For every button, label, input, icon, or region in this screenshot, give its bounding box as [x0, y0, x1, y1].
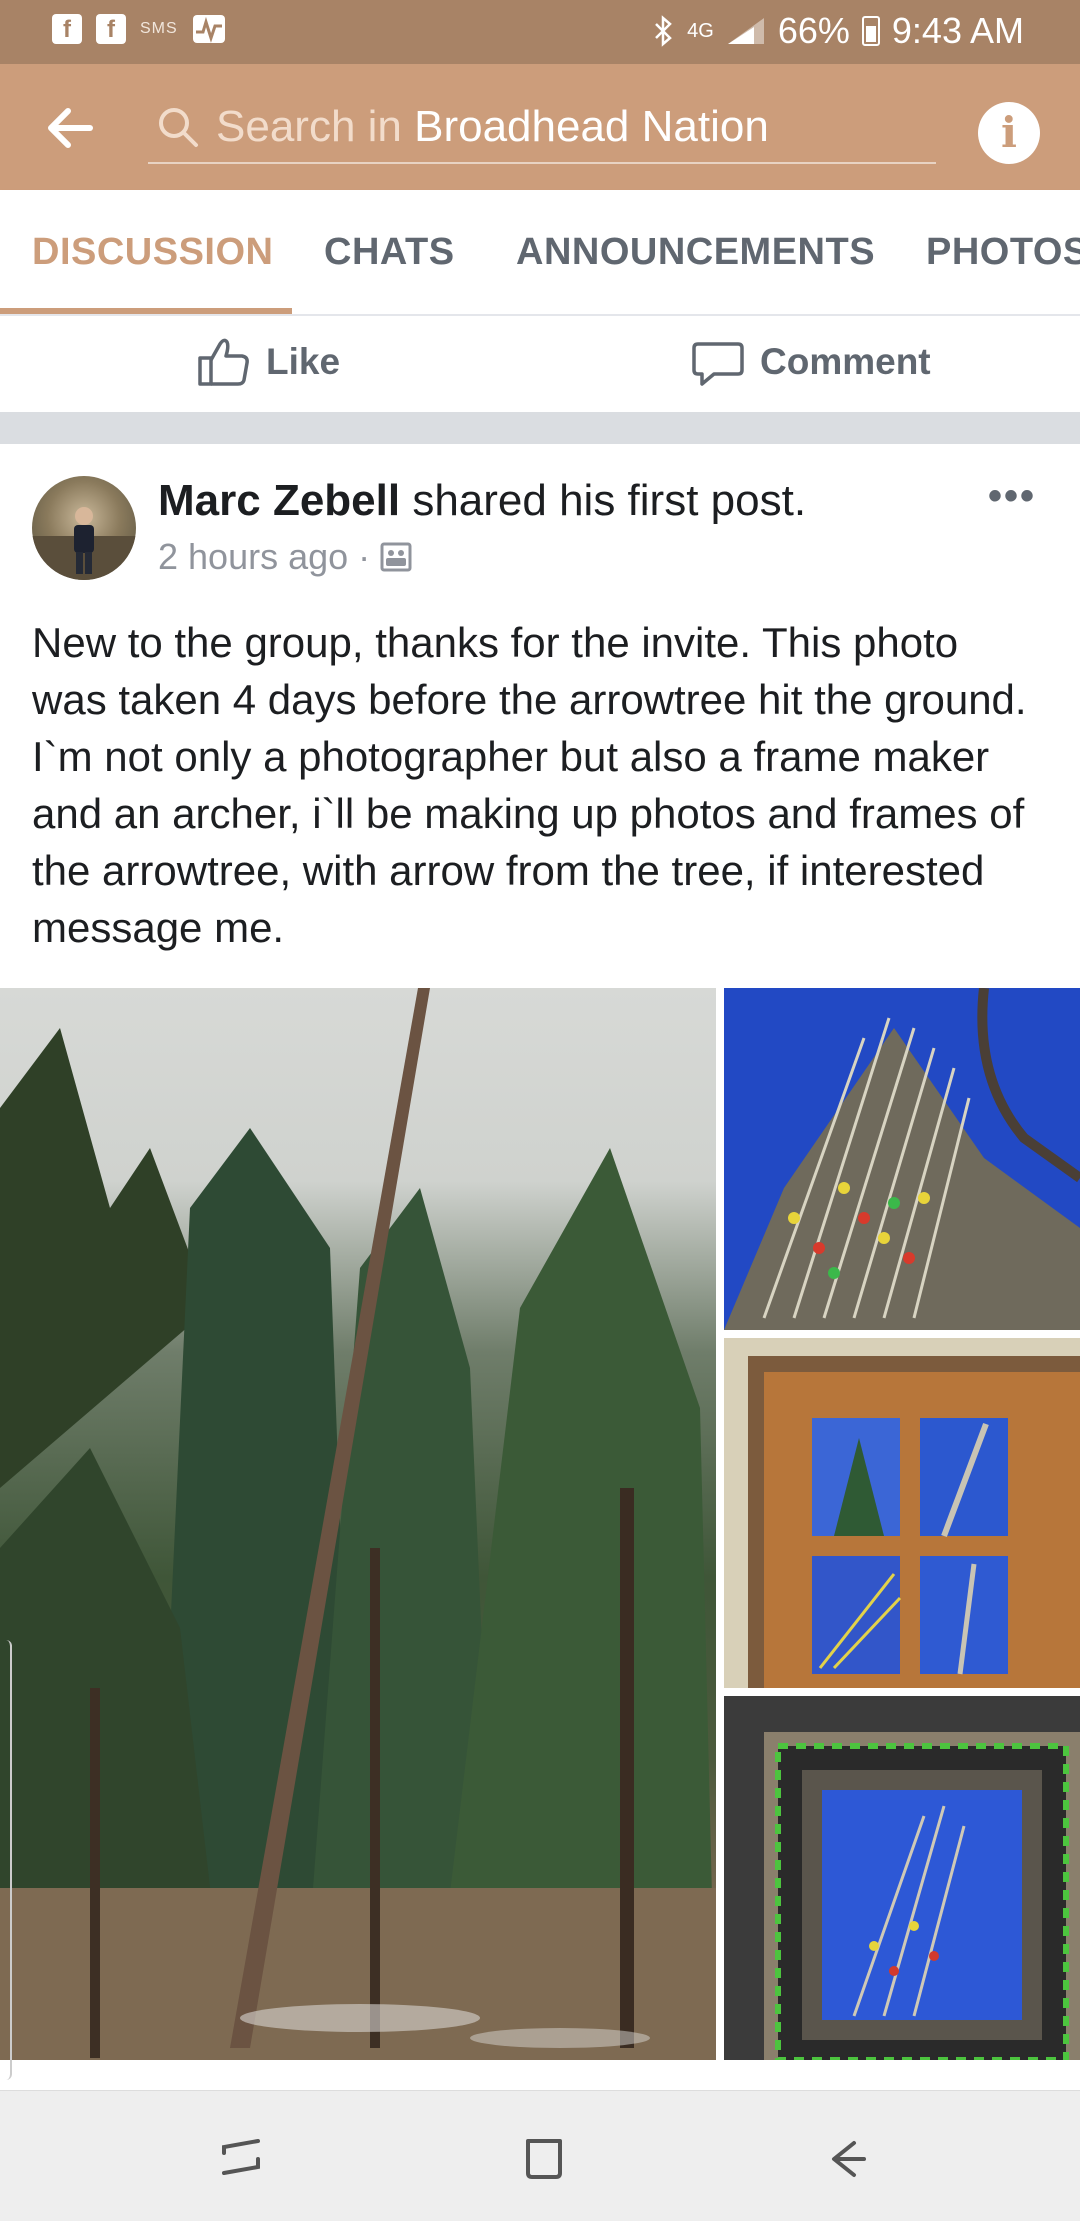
home-icon[interactable]: [514, 2129, 574, 2189]
post-body: New to the group, thanks for the invite.…: [32, 619, 1027, 951]
like-label: Like: [266, 341, 341, 382]
bluetooth-icon: [655, 15, 672, 47]
activity-icon: [192, 15, 225, 43]
frame-collage-photo: [724, 1338, 1080, 1688]
avatar-image: [32, 507, 136, 580]
forest-photo: [0, 988, 716, 2060]
like-button[interactable]: Like: [196, 330, 340, 394]
search-prefix: Search in: [216, 102, 415, 151]
post-timestamp[interactable]: 2 hours ago: [158, 536, 348, 578]
post-photo-single-frame[interactable]: [724, 1696, 1080, 2060]
more-options-icon[interactable]: •••: [988, 474, 1036, 519]
facebook-notification-icon: f: [52, 14, 82, 44]
tab-discussion[interactable]: DISCUSSION: [32, 190, 273, 314]
app-bar: Search in Broadhead Nation i: [0, 64, 1080, 190]
status-bar: f f SMS 4G 66% 9:43 AM: [0, 0, 1080, 64]
search-group-name: Broadhead Nation: [414, 102, 769, 151]
status-system-icons: 4G 66% 9:43 AM: [653, 10, 1024, 52]
feed-post: Marc Zebell shared his first post. 2 hou…: [0, 444, 1080, 2090]
author-avatar[interactable]: [32, 476, 136, 580]
feed-divider: [0, 412, 1080, 444]
recent-apps-icon[interactable]: [212, 2129, 272, 2189]
network-type: 4G: [687, 19, 714, 42]
comment-icon: [692, 342, 744, 386]
group-tabs: DISCUSSION CHATS ANNOUNCEMENTS PHOTOS: [0, 190, 1080, 316]
group-privacy-icon: [380, 542, 412, 572]
edge-panel-handle[interactable]: [0, 1640, 12, 2080]
battery-percent: 66%: [777, 10, 850, 51]
author-name[interactable]: Marc Zebell: [158, 476, 400, 525]
search-icon: [159, 108, 198, 147]
info-icon[interactable]: i: [978, 102, 1040, 164]
post-meta: 2 hours ago ·: [158, 536, 412, 578]
sms-notification-label: SMS: [140, 20, 178, 37]
back-arrow-icon[interactable]: [40, 98, 100, 158]
back-icon[interactable]: [816, 2129, 876, 2189]
clock: 9:43 AM: [891, 10, 1024, 51]
tab-photos[interactable]: PHOTOS: [926, 190, 1080, 314]
signal-icon: [727, 18, 764, 44]
meta-separator: ·: [358, 536, 371, 577]
previous-post-actions: Like Comment: [0, 316, 1080, 412]
post-photo-arrowtree[interactable]: [724, 988, 1080, 1330]
status-notifications: f f SMS: [52, 14, 226, 44]
active-tab-indicator: [0, 308, 292, 314]
post-action-text: shared his first post.: [400, 476, 807, 525]
post-header: Marc Zebell shared his first post.: [158, 476, 806, 526]
comment-button[interactable]: Comment: [690, 330, 931, 394]
tab-chats[interactable]: CHATS: [324, 190, 455, 314]
post-photo-main[interactable]: [0, 988, 716, 2060]
battery-icon: [861, 16, 880, 46]
single-frame-photo: [724, 1696, 1080, 2060]
post-photo-frame-collage[interactable]: [724, 1338, 1080, 1688]
system-nav-bar: [0, 2090, 1080, 2221]
thumbs-up-icon: [198, 338, 249, 386]
tab-announcements[interactable]: ANNOUNCEMENTS: [516, 190, 875, 314]
facebook-notification-icon: f: [96, 14, 126, 44]
group-search-field[interactable]: Search in Broadhead Nation: [148, 92, 936, 164]
search-placeholder: Search in Broadhead Nation: [216, 102, 769, 152]
arrowtree-photo: [724, 988, 1080, 1330]
comment-label: Comment: [760, 341, 931, 382]
